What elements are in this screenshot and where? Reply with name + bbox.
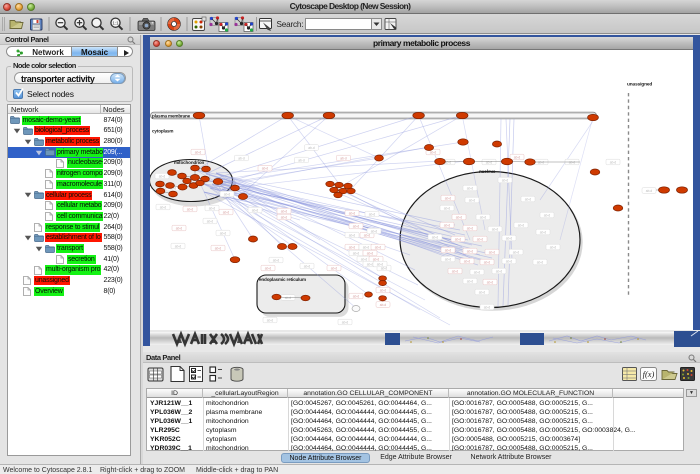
svg-text:ab-d: ab-d: [367, 251, 374, 255]
svg-text:ab-d: ab-d: [304, 264, 311, 268]
svg-text:ab-d: ab-d: [514, 155, 521, 159]
svg-text:ab-d: ab-d: [373, 257, 380, 261]
svg-text:ab-d: ab-d: [467, 279, 474, 283]
svg-text:ab-d: ab-d: [159, 174, 166, 178]
svg-text:ab-d: ab-d: [380, 288, 387, 292]
svg-text:ab-d: ab-d: [349, 245, 356, 249]
svg-text:ab-d: ab-d: [265, 266, 272, 270]
svg-text:ab-d: ab-d: [474, 270, 481, 274]
svg-text:ab-d: ab-d: [445, 160, 452, 164]
svg-text:ab-d: ab-d: [195, 150, 202, 154]
svg-text:ab-d: ab-d: [502, 178, 509, 182]
svg-text:ab-d: ab-d: [349, 233, 356, 237]
svg-text:ab-d: ab-d: [331, 266, 338, 270]
svg-text:ab-d: ab-d: [479, 290, 486, 294]
svg-text:ab-d: ab-d: [160, 205, 167, 209]
svg-text:ab-d: ab-d: [209, 206, 216, 210]
svg-text:ab-d: ab-d: [380, 303, 387, 307]
svg-text:ab-d: ab-d: [525, 197, 532, 201]
svg-text:mitochondrion: mitochondrion: [174, 160, 205, 165]
svg-text:ab-d: ab-d: [285, 296, 292, 300]
svg-text:cytoplasm: cytoplasm: [152, 129, 173, 134]
svg-text:ab-d: ab-d: [506, 259, 513, 263]
svg-text:ab-d: ab-d: [452, 269, 459, 273]
svg-text:ab-d: ab-d: [340, 156, 347, 160]
svg-text:ab-d: ab-d: [610, 160, 617, 164]
svg-text:ab-d: ab-d: [375, 245, 382, 249]
svg-text:ab-d: ab-d: [430, 150, 437, 154]
svg-text:ab-d: ab-d: [538, 160, 545, 164]
svg-text:ab-d: ab-d: [489, 250, 496, 254]
svg-text:ab-d: ab-d: [540, 230, 547, 234]
svg-text:1:1: 1:1: [112, 21, 119, 26]
svg-text:ab-d: ab-d: [544, 213, 551, 217]
svg-text:Search:: Search:: [277, 20, 304, 29]
svg-text:ab-d: ab-d: [444, 223, 451, 227]
svg-text:unassigned: unassigned: [627, 82, 652, 88]
svg-text:ab-d: ab-d: [492, 227, 499, 231]
svg-text:ab-d: ab-d: [262, 167, 269, 171]
svg-text:ab-d: ab-d: [445, 248, 452, 252]
svg-text:ab-d: ab-d: [252, 208, 259, 212]
svg-text:ab-d: ab-d: [367, 262, 374, 266]
svg-text:ab-d: ab-d: [518, 223, 525, 227]
svg-text:ab-d: ab-d: [176, 226, 183, 230]
svg-text:ab-d: ab-d: [298, 158, 305, 162]
svg-text:ab-d: ab-d: [513, 250, 520, 254]
svg-text:ab-d: ab-d: [445, 196, 452, 200]
svg-text:ab-d: ab-d: [187, 207, 194, 211]
svg-text:ab-d: ab-d: [456, 215, 463, 219]
svg-text:ab-d: ab-d: [363, 245, 370, 249]
svg-text:ab-d: ab-d: [215, 246, 222, 250]
svg-text:ab-d: ab-d: [469, 198, 476, 202]
svg-text:ab-d: ab-d: [445, 257, 452, 261]
svg-text:ab-d: ab-d: [496, 269, 503, 273]
svg-text:ab-d: ab-d: [207, 219, 214, 223]
svg-text:ab-d: ab-d: [361, 257, 368, 261]
svg-text:ab-d: ab-d: [267, 318, 274, 322]
svg-text:ab-d: ab-d: [308, 146, 315, 150]
svg-text:ab-d: ab-d: [353, 224, 360, 228]
svg-text:ab-d: ab-d: [480, 215, 487, 219]
svg-text:ab-d: ab-d: [220, 231, 227, 235]
svg-text:nucleus: nucleus: [479, 169, 496, 174]
svg-text:ab-d: ab-d: [537, 260, 544, 264]
svg-text:ab-d: ab-d: [377, 262, 384, 266]
svg-text:ab-d: ab-d: [467, 249, 474, 253]
svg-text:ab-d: ab-d: [550, 245, 557, 249]
svg-text:ab-d: ab-d: [223, 210, 230, 214]
svg-text:ab-d: ab-d: [349, 211, 356, 215]
svg-text:plasma membrane: plasma membrane: [152, 113, 191, 118]
svg-text:ab-d: ab-d: [487, 280, 494, 284]
svg-text:ab-d: ab-d: [444, 206, 451, 210]
svg-text:ab-d: ab-d: [455, 237, 462, 241]
svg-text:ab-d: ab-d: [371, 229, 378, 233]
svg-text:ab-d: ab-d: [484, 305, 491, 309]
svg-text:f(x): f(x): [643, 369, 655, 379]
svg-text:ab-d: ab-d: [273, 258, 280, 262]
svg-text:ab-d: ab-d: [569, 160, 576, 164]
svg-text:endoplasmic reticulum: endoplasmic reticulum: [259, 277, 306, 282]
svg-text:ab-d: ab-d: [484, 260, 491, 264]
svg-text:ab-d: ab-d: [477, 237, 484, 241]
svg-text:ab-d: ab-d: [646, 189, 653, 193]
svg-text:ab-d: ab-d: [224, 192, 231, 196]
svg-text:ab-d: ab-d: [464, 259, 471, 263]
svg-text:ab-d: ab-d: [432, 235, 439, 239]
svg-text:ab-d: ab-d: [353, 251, 360, 255]
svg-text:ab-d: ab-d: [467, 186, 474, 190]
svg-text:ab-d: ab-d: [342, 320, 349, 324]
svg-text:ab-d: ab-d: [467, 226, 474, 230]
svg-text:ab-d: ab-d: [175, 244, 182, 248]
svg-text:ab-d: ab-d: [281, 209, 288, 213]
svg-text:ab-d: ab-d: [486, 160, 493, 164]
svg-text:ab-d: ab-d: [353, 294, 360, 298]
svg-text:ab-d: ab-d: [281, 215, 288, 219]
svg-text:ab-d: ab-d: [238, 156, 245, 160]
svg-text:ab-d: ab-d: [369, 212, 376, 216]
svg-text:ab-d: ab-d: [506, 236, 513, 240]
